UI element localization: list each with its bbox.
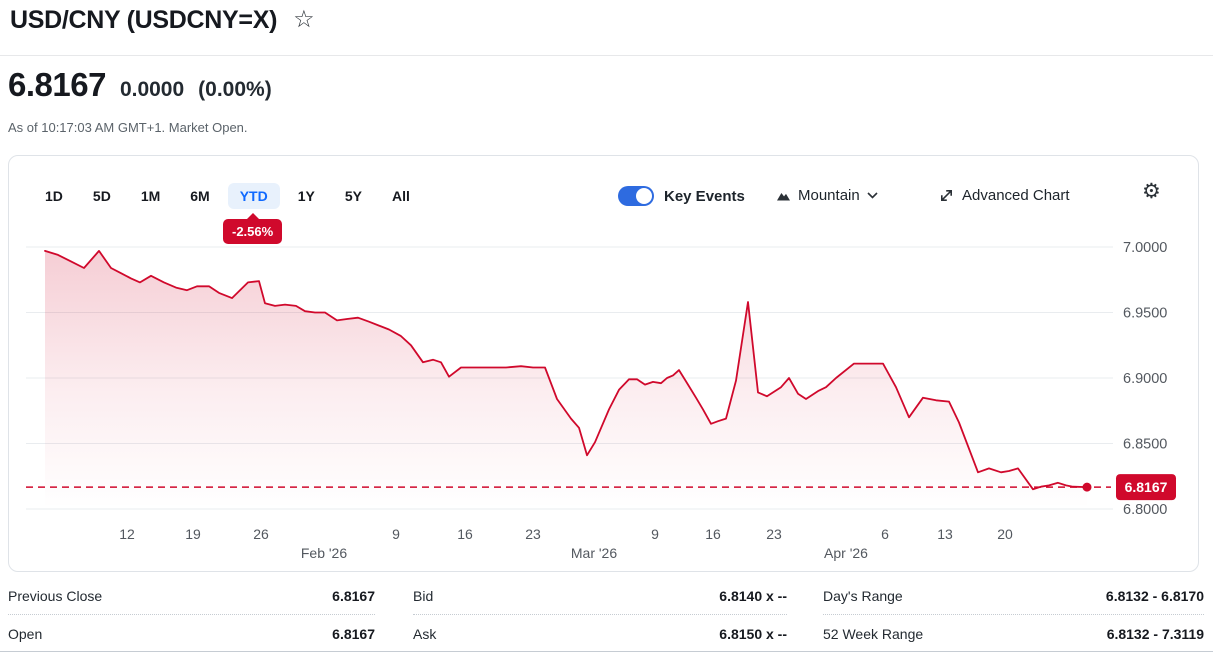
price-row: 6.8167 0.0000 (0.00%) (8, 66, 272, 104)
y-axis-label: 6.9500 (1123, 306, 1167, 322)
y-axis-label: 6.8000 (1123, 502, 1167, 518)
range-tab-5y[interactable]: 5Y (333, 183, 374, 209)
chart-type-dropdown[interactable]: Mountain (776, 187, 878, 204)
stat-row: Day's Range 6.8132 - 6.8170 (823, 577, 1204, 615)
y-axis-label: 6.8500 (1123, 437, 1167, 453)
page-title: USD/CNY (USDCNY=X) (10, 6, 278, 34)
stats-column: Previous Close 6.8167 Open 6.8167 (8, 577, 375, 652)
chart-type-label: Mountain (798, 187, 860, 204)
stat-value-bid: 6.8140 x -- (719, 587, 787, 604)
x-tick-label: 23 (525, 526, 541, 542)
x-tick-label: 9 (651, 526, 659, 542)
symbol-header: USD/CNY (USDCNY=X) ☆ (10, 6, 315, 35)
range-change-badge-label: -2.56% (232, 224, 274, 239)
x-tick-label: 19 (185, 526, 201, 542)
y-axis-label: 7.0000 (1123, 240, 1167, 256)
area-fill (45, 250, 1087, 509)
x-tick-label: 16 (457, 526, 473, 542)
range-tab-ytd[interactable]: YTD (227, 183, 280, 209)
stat-value-previous-close: 6.8167 (332, 587, 375, 604)
advanced-chart-label: Advanced Chart (962, 187, 1070, 204)
y-axis-label: 6.9000 (1123, 371, 1167, 387)
stat-label-52-week-range: 52 Week Range (823, 625, 924, 642)
x-tick-label: 6 (881, 526, 889, 542)
range-tab-6m[interactable]: 6M (178, 183, 221, 209)
stat-label-ask: Ask (413, 625, 437, 642)
stat-label-days-range: Day's Range (823, 587, 903, 604)
x-tick-label: 9 (392, 526, 400, 542)
mountain-icon (777, 193, 790, 201)
stats-column: Bid 6.8140 x -- Ask 6.8150 x -- (413, 577, 787, 652)
stat-label-previous-close: Previous Close (8, 587, 103, 604)
chevron-down-icon (867, 192, 878, 199)
expand-icon (940, 189, 952, 201)
month-label: Apr '26 (824, 545, 868, 561)
key-events-label: Key Events (664, 187, 745, 205)
stat-row: Previous Close 6.8167 (8, 577, 375, 615)
range-tab-1m[interactable]: 1M (129, 183, 172, 209)
stat-row: Bid 6.8140 x -- (413, 577, 787, 615)
stat-label-bid: Bid (413, 587, 434, 604)
current-price-dot (1082, 482, 1092, 492)
key-events-control: Key Events (618, 186, 745, 206)
stat-label-open: Open (8, 625, 43, 642)
advanced-chart-button[interactable]: Advanced Chart (939, 187, 1070, 204)
chart-plot-area[interactable]: 7.0000 6.9500 6.9000 6.8500 6.8000 6.8167 12 19… (26, 240, 1196, 561)
bottom-divider (0, 651, 1213, 652)
range-tab-1y[interactable]: 1Y (286, 183, 327, 209)
as-of-text: As of 10:17:03 AM GMT+1. Market Open. (8, 120, 248, 135)
stat-value-ask: 6.8150 x -- (719, 625, 787, 642)
current-price: 6.8167 (8, 66, 106, 103)
chart-card: 1D 5D 1M 6M YTD 1Y 5Y All -2.56% Key Events Mou… (8, 155, 1199, 572)
stat-value-days-range: 6.8132 - 6.8170 (1105, 587, 1204, 604)
stat-row: 52 Week Range 6.8132 - 7.3119 (823, 615, 1204, 652)
header-divider (0, 55, 1213, 56)
x-tick-label: 13 (937, 526, 953, 542)
x-tick-label: 23 (766, 526, 782, 542)
stat-value-52-week-range: 6.8132 - 7.3119 (1106, 625, 1204, 642)
quote-stats: Previous Close 6.8167 Open 6.8167 Bid 6.… (0, 577, 1213, 651)
x-tick-label: 26 (253, 526, 269, 542)
stat-row: Ask 6.8150 x -- (413, 615, 787, 652)
range-tab-all[interactable]: All (380, 183, 422, 209)
month-label: Mar '26 (571, 545, 617, 561)
stat-row: Open 6.8167 (8, 615, 375, 652)
range-tabs: 1D 5D 1M 6M YTD 1Y 5Y All (33, 183, 422, 209)
gear-icon[interactable]: ⚙ (1142, 181, 1161, 202)
stat-value-open: 6.8167 (332, 625, 375, 642)
price-change: 0.0000 (119, 78, 185, 101)
range-tab-5d[interactable]: 5D (81, 183, 123, 209)
x-tick-label: 12 (119, 526, 135, 542)
toggle-knob (636, 188, 652, 204)
stats-column: Day's Range 6.8132 - 6.8170 52 Week Rang… (823, 577, 1204, 652)
range-tab-1d[interactable]: 1D (33, 183, 75, 209)
star-icon[interactable]: ☆ (293, 7, 315, 32)
price-change-percent: (0.00%) (198, 78, 272, 101)
x-tick-label: 16 (705, 526, 721, 542)
key-events-toggle[interactable] (618, 186, 654, 206)
x-tick-label: 20 (997, 526, 1013, 542)
current-price-badge-label: 6.8167 (1125, 479, 1168, 495)
month-label: Feb '26 (301, 545, 347, 561)
